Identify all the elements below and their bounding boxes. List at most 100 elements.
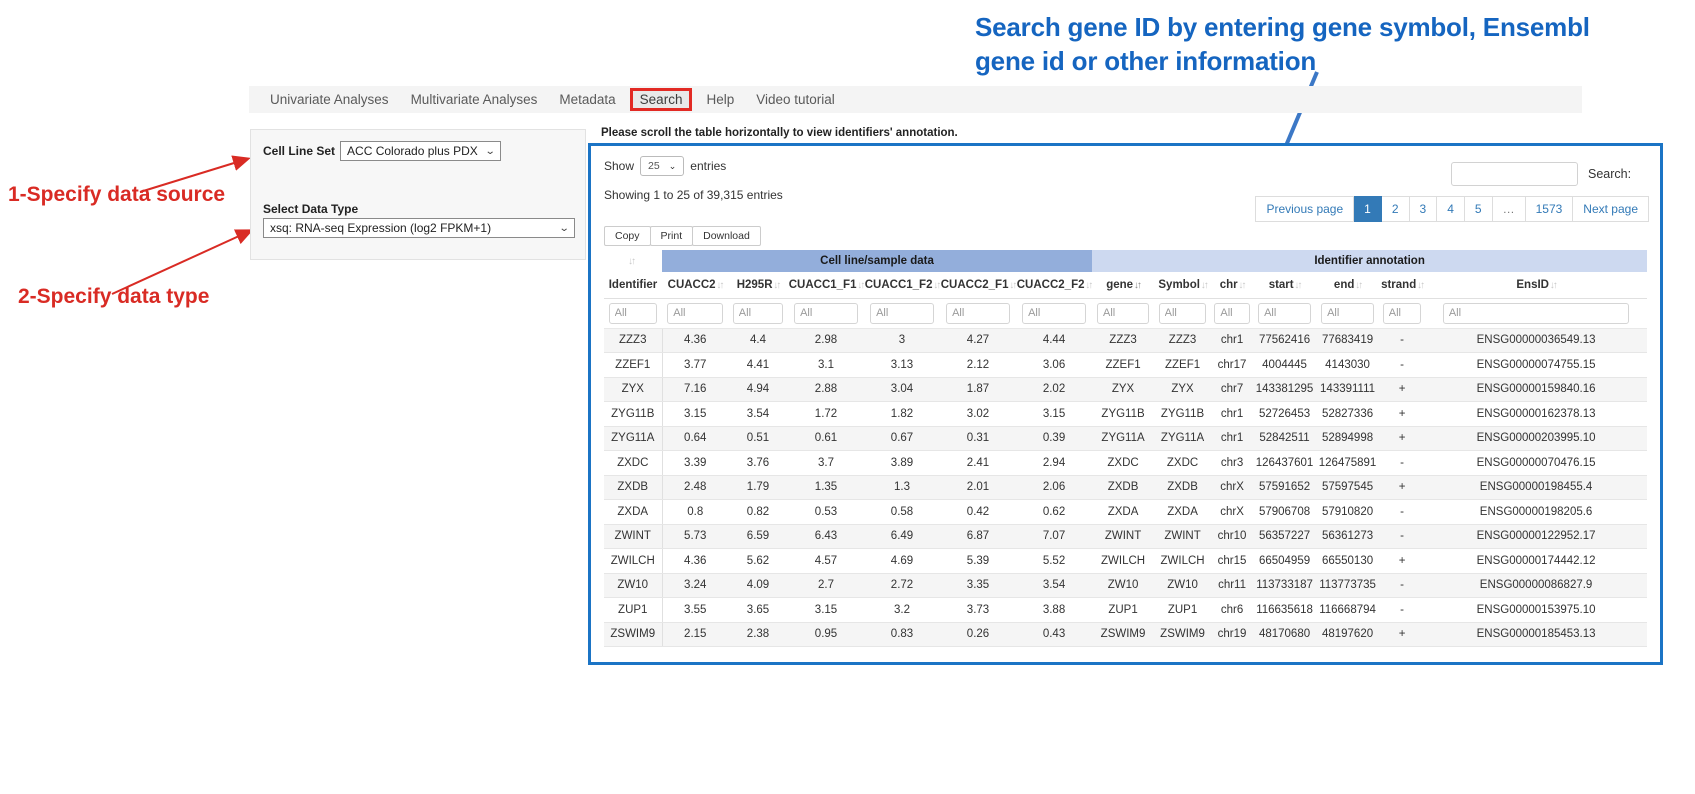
table-cell: 3.54 — [728, 402, 788, 427]
copy-button[interactable]: Copy — [604, 226, 651, 246]
table-cell: 66550130 — [1316, 549, 1379, 574]
sort-icon[interactable]: ↓↑ — [1008, 280, 1015, 291]
column-header-cuacc2-f1[interactable]: CUACC2_F1 ↓↑ — [940, 272, 1016, 298]
table-cell: 0.58 — [864, 500, 940, 525]
table-cell: ENSG00000162378.13 — [1425, 402, 1647, 427]
column-header-symbol[interactable]: Symbol ↓↑ — [1154, 272, 1211, 298]
page-button-2[interactable]: 2 — [1382, 196, 1410, 222]
sort-icon[interactable]: ↓↑ — [1238, 280, 1245, 291]
filter-input-cuacc2-f1[interactable] — [946, 303, 1010, 324]
table-cell: 4.44 — [1016, 328, 1092, 353]
table-cell: ZYX — [604, 377, 662, 402]
table-cell: 4.41 — [728, 353, 788, 378]
column-header-identifier[interactable]: Identifier — [604, 272, 662, 298]
nav-item-video-tutorial[interactable]: Video tutorial — [745, 89, 846, 110]
table-cell: 48170680 — [1253, 622, 1316, 647]
nav-item-metadata[interactable]: Metadata — [548, 89, 626, 110]
sort-icon[interactable]: ↓↑ — [1294, 280, 1301, 291]
column-header-chr[interactable]: chr ↓↑ — [1211, 272, 1253, 298]
sort-icon[interactable]: ↓↑ — [856, 280, 863, 291]
column-header-end[interactable]: end ↓↑ — [1316, 272, 1379, 298]
filter-input-end[interactable] — [1321, 303, 1374, 324]
column-header-start[interactable]: start ↓↑ — [1253, 272, 1316, 298]
table-cell: ZWINT — [604, 524, 662, 549]
table-cell: 3.55 — [662, 598, 728, 623]
table-cell: 4.94 — [728, 377, 788, 402]
column-header-strand[interactable]: strand ↓↑ — [1379, 272, 1425, 298]
sort-icon[interactable]: ↓↑ — [1200, 280, 1207, 291]
sort-icon[interactable]: ↓↑ — [716, 280, 723, 291]
table-cell: 1.72 — [788, 402, 864, 427]
column-header-cuacc2-f2[interactable]: CUACC2_F2 ↓↑ — [1016, 272, 1092, 298]
sort-icon[interactable]: ↓↑ — [932, 280, 939, 291]
download-button[interactable]: Download — [692, 226, 761, 246]
results-panel: Show 25 ⌄ entries Search: Showing 1 to 2… — [588, 143, 1663, 665]
table-cell: 5.39 — [940, 549, 1016, 574]
cell-line-set-select[interactable]: ACC Colorado plus PDX ⌄ — [340, 141, 501, 161]
data-type-select[interactable]: xsq: RNA-seq Expression (log2 FPKM+1) ⌄ — [263, 218, 575, 238]
entries-per-page-select[interactable]: 25 ⌄ — [640, 156, 684, 176]
filter-input-chr[interactable] — [1214, 303, 1249, 324]
table-cell: 52827336 — [1316, 402, 1379, 427]
table-cell: 57906708 — [1253, 500, 1316, 525]
print-button[interactable]: Print — [650, 226, 694, 246]
sort-icon[interactable]: ↓↑ — [1416, 280, 1423, 291]
column-header-cuacc2[interactable]: CUACC2 ↓↑ — [662, 272, 728, 298]
export-buttons: CopyPrintDownload — [604, 226, 760, 246]
table-cell: 3.88 — [1016, 598, 1092, 623]
page-button-4[interactable]: 4 — [1437, 196, 1465, 222]
column-header-cuacc1-f2[interactable]: CUACC1_F2 ↓↑ — [864, 272, 940, 298]
next-page-button[interactable]: Next page — [1573, 196, 1649, 222]
table-row: ZSWIM92.152.380.950.830.260.43ZSWIM9ZSWI… — [604, 622, 1647, 647]
filter-input-identifier[interactable] — [609, 303, 658, 324]
table-cell: 52894998 — [1316, 426, 1379, 451]
identifier-sort-icon[interactable]: ↓↑ — [604, 250, 662, 272]
chevron-down-icon: ⌄ — [669, 161, 677, 172]
table-cell: + — [1379, 549, 1425, 574]
sort-icon[interactable]: ↓↑ — [1085, 280, 1092, 291]
table-cell: ENSG00000198455.4 — [1425, 475, 1647, 500]
filter-input-cuacc1-f1[interactable] — [794, 303, 858, 324]
table-cell: ZXDA — [1092, 500, 1154, 525]
page-button-1573[interactable]: 1573 — [1526, 196, 1574, 222]
table-cell: 3.02 — [940, 402, 1016, 427]
sort-icon[interactable]: ↓↑ — [1133, 280, 1140, 291]
table-cell: 1.79 — [728, 475, 788, 500]
table-cell: 1.35 — [788, 475, 864, 500]
page-button-3[interactable]: 3 — [1410, 196, 1438, 222]
table-cell: chr10 — [1211, 524, 1253, 549]
sort-icon[interactable]: ↓↑ — [1354, 280, 1361, 291]
nav-item-help[interactable]: Help — [695, 89, 745, 110]
filter-input-cuacc2-f2[interactable] — [1022, 303, 1086, 324]
table-cell: chrX — [1211, 500, 1253, 525]
table-cell: + — [1379, 426, 1425, 451]
filter-input-h295r[interactable] — [733, 303, 783, 324]
table-cell: - — [1379, 573, 1425, 598]
page-button-1[interactable]: 1 — [1354, 196, 1382, 222]
previous-page-button[interactable]: Previous page — [1255, 196, 1354, 222]
filter-input-strand[interactable] — [1383, 303, 1422, 324]
table-cell: 0.95 — [788, 622, 864, 647]
search-input[interactable] — [1451, 162, 1578, 186]
step2-annotation: 2-Specify data type — [18, 285, 209, 309]
nav-item-multivariate-analyses[interactable]: Multivariate Analyses — [400, 89, 549, 110]
filter-input-symbol[interactable] — [1159, 303, 1207, 324]
filter-input-gene[interactable] — [1097, 303, 1149, 324]
table-cell: 2.01 — [940, 475, 1016, 500]
filter-input-cuacc2[interactable] — [667, 303, 722, 324]
table-cell: ENSG00000122952.17 — [1425, 524, 1647, 549]
filter-input-start[interactable] — [1258, 303, 1311, 324]
column-header-ensid[interactable]: EnsID ↓↑ — [1425, 272, 1647, 298]
page-button-5[interactable]: 5 — [1465, 196, 1493, 222]
nav-item-univariate-analyses[interactable]: Univariate Analyses — [259, 89, 400, 110]
table-cell: ZYG11A — [604, 426, 662, 451]
column-header-gene[interactable]: gene ↓↑ — [1092, 272, 1154, 298]
filter-input-cuacc1-f2[interactable] — [870, 303, 934, 324]
sort-icon[interactable]: ↓↑ — [1549, 280, 1556, 291]
column-header-cuacc1-f1[interactable]: CUACC1_F1 ↓↑ — [788, 272, 864, 298]
sort-icon[interactable]: ↓↑ — [773, 280, 780, 291]
filter-input-ensid[interactable] — [1443, 303, 1630, 324]
group-header-cell-line-sample-data: Cell line/sample data — [662, 250, 1092, 272]
nav-item-search[interactable]: Search — [630, 88, 693, 111]
column-header-h295r[interactable]: H295R ↓↑ — [728, 272, 788, 298]
